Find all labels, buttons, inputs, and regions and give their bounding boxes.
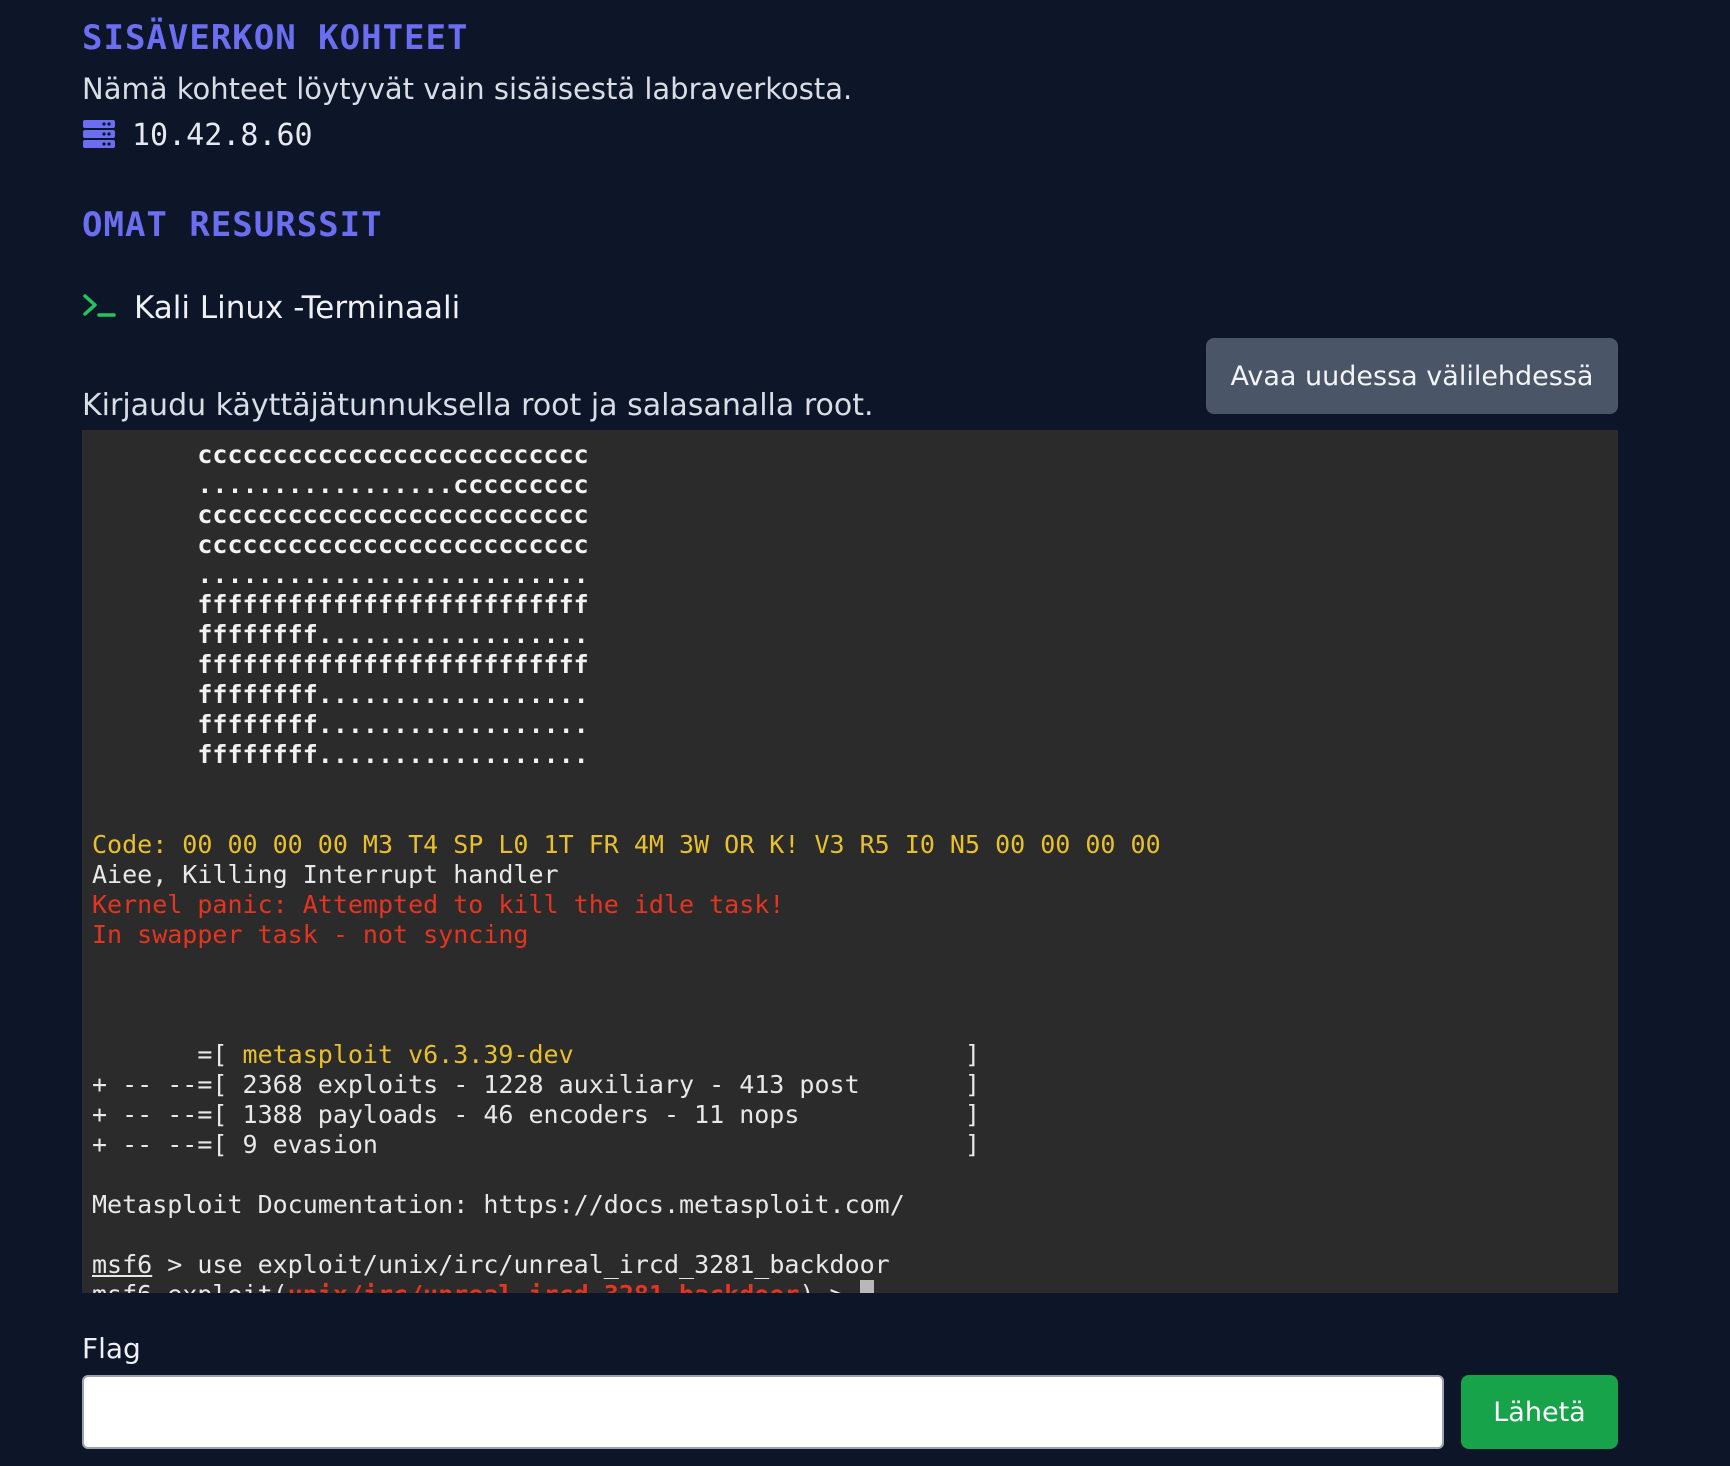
prompt-exploit-pre: exploit( [152,1280,287,1293]
flag-label: Flag [82,1332,141,1365]
terminal-panic-line: In swapper task - not syncing [92,920,529,949]
internal-targets-description: Nämä kohteet löytyvät vain sisäisestä la… [82,72,853,106]
terminal-command: > use exploit/unix/irc/unreal_ircd_3281_… [152,1250,890,1279]
terminal-art-line: ffffffffffffffffffffffffff [92,650,589,679]
metasploit-version: metasploit v6.3.39-dev [242,1040,574,1069]
terminal-art-line: ffffffffffffffffffffffffff [92,590,589,619]
internal-targets-title: SISÄVERKON KOHTEET [82,18,469,58]
terminal-art-line: ffffffff.................. [92,740,589,769]
terminal-resource-label: Kali Linux -Terminaali [134,290,461,326]
terminal-art-line: cccccccccccccccccccccccccc [92,530,589,559]
banner-stats-line: + -- --=[ 9 evasion ] [92,1130,981,1159]
banner-stats-line: + -- --=[ 2368 exploits - 1228 auxiliary… [92,1070,981,1099]
open-in-new-tab-button[interactable]: Avaa uudessa välilehdessä [1206,338,1618,414]
banner-stats-line: + -- --=[ 1388 payloads - 46 encoders - … [92,1100,981,1129]
active-module: unix/irc/unreal_ircd_3281_backdoor [288,1280,800,1293]
terminal-art-line: ffffffff.................. [92,710,589,739]
terminal-code-line: Code: 00 00 00 00 M3 T4 SP L0 1T FR 4M 3… [92,830,1161,859]
flag-input[interactable] [82,1375,1444,1449]
terminal-art-line: .................ccccccccc [92,470,589,499]
terminal-prompt-icon [82,293,116,323]
kali-terminal[interactable]: cccccccccccccccccccccccccc .............… [82,430,1618,1293]
own-resources-title: OMAT RESURSSIT [82,205,383,245]
terminal-cursor[interactable] [859,1280,874,1293]
docs-line: Metasploit Documentation: https://docs.m… [92,1190,905,1219]
terminal-art-line: ffffffff.................. [92,680,589,709]
terminal-art-line: cccccccccccccccccccccccccc [92,440,589,469]
prompt-exploit-post: ) > [799,1280,859,1293]
target-item: 10.42.8.60 [82,118,313,153]
msf-prompt: msf6 [92,1280,152,1293]
terminal-resource-heading: Kali Linux -Terminaali [82,290,460,326]
target-ip: 10.42.8.60 [132,118,313,153]
banner-prefix: =[ [92,1040,243,1069]
login-instructions: Kirjaudu käyttäjätunnuksella root ja sal… [82,388,874,423]
terminal-art-line: cccccccccccccccccccccccccc [92,500,589,529]
terminal-art-line: ffffffff.................. [92,620,589,649]
terminal-art-line: .......................... [92,560,589,589]
msf-prompt: msf6 [92,1250,153,1279]
server-icon [82,119,116,153]
terminal-aiee-line: Aiee, Killing Interrupt handler [92,860,559,889]
terminal-panic-line: Kernel panic: Attempted to kill the idle… [92,890,785,919]
banner-suffix: ] [573,1040,981,1069]
submit-flag-button[interactable]: Lähetä [1461,1375,1618,1449]
